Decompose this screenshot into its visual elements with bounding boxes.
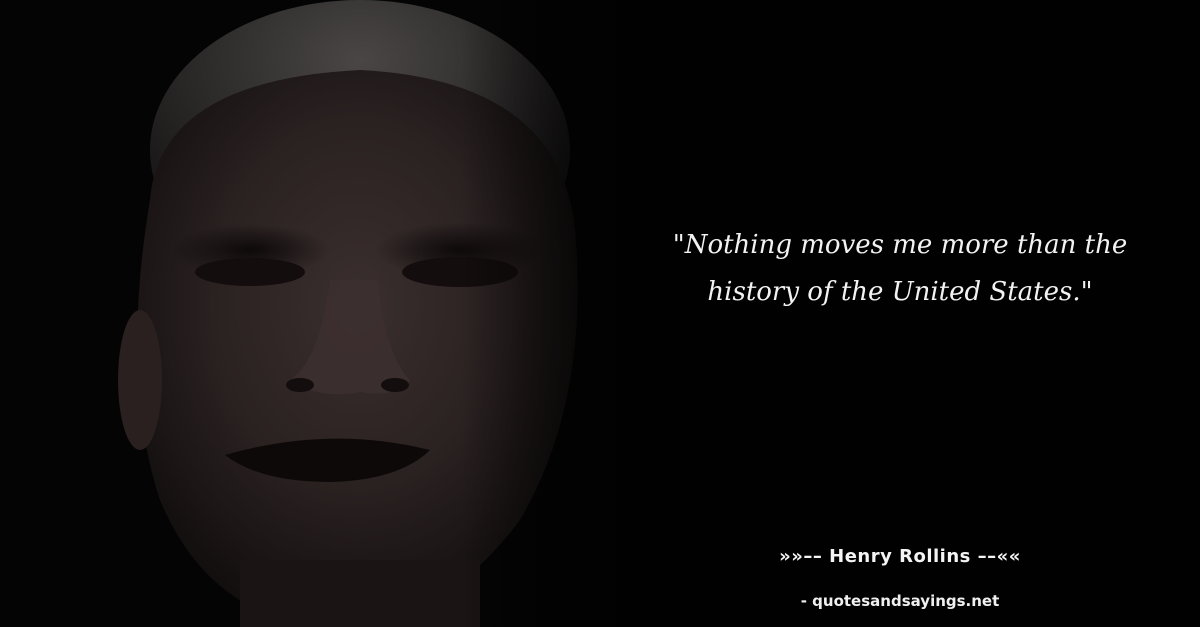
quote-text: "Nothing moves me more than the history … [640, 222, 1160, 316]
source-link[interactable]: - quotesandsayings.net [640, 592, 1160, 610]
quote-card: "Nothing moves me more than the history … [0, 0, 1200, 627]
quote-line-1: "Nothing moves me more than the [672, 230, 1128, 260]
quote-author: »»–– Henry Rollins ––«« [779, 546, 1021, 567]
portrait-photo [0, 0, 640, 627]
quote-line-2: history of the United States." [707, 277, 1093, 307]
